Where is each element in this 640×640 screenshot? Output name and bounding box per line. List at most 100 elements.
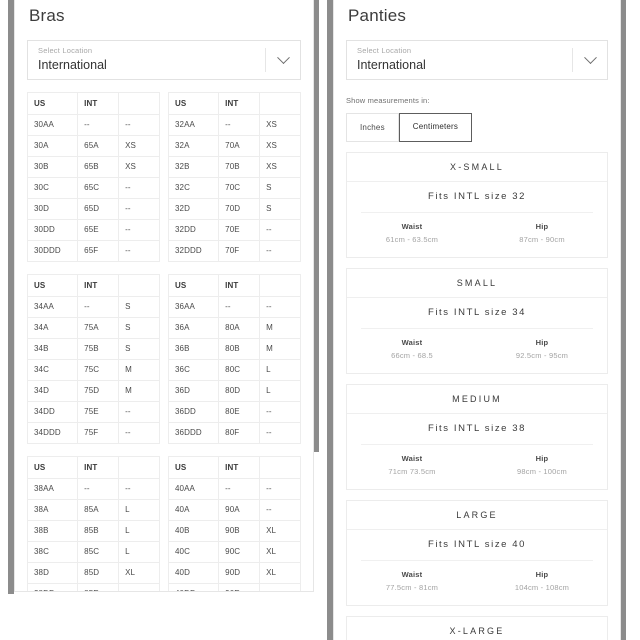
bras-table-cell: 38AA xyxy=(26,478,79,500)
table-row: 30C 65C -- xyxy=(26,177,160,199)
table-row: 32DD 70E -- xyxy=(167,219,301,241)
bras-table-cell: XS xyxy=(259,114,301,136)
bras-table-header-cell xyxy=(259,456,301,479)
table-row: 30D 65D -- xyxy=(26,198,160,220)
bras-table-cell: 80B xyxy=(218,338,261,360)
bras-table-cell: 32DD xyxy=(167,219,220,241)
bras-location-select-label: Select Location xyxy=(38,46,93,55)
size-guide-screen: Bras Select Location International US INT… xyxy=(0,0,640,640)
bras-table-cell: M xyxy=(259,317,301,339)
table-row: 36AA -- -- xyxy=(167,296,301,318)
bras-table-cell: L xyxy=(259,380,301,402)
panties-location-select[interactable]: Select Location International xyxy=(346,40,608,80)
table-row: 38C 85C L xyxy=(26,541,160,563)
bras-table-cell: S xyxy=(118,338,160,360)
panties-page-title: Panties xyxy=(348,6,407,25)
table-row: 30B 65B XS xyxy=(26,156,160,178)
bras-table-cell: -- xyxy=(259,499,301,521)
bras-table-header-cell: US xyxy=(26,274,79,297)
table-row: 32AA -- XS xyxy=(167,114,301,136)
bras-table-header-cell: US xyxy=(26,456,79,479)
bras-table-cell: 80D xyxy=(218,380,261,402)
bras-table-cell: 80E xyxy=(218,401,261,423)
bras-table-cell: L xyxy=(259,359,301,381)
unit-toggle-centimeters[interactable]: Centimeters xyxy=(398,113,473,142)
bras-table-cell: 36A xyxy=(167,317,220,339)
table-row: 30AA -- -- xyxy=(26,114,160,136)
waist-value: 77.5cm - 81cm xyxy=(385,583,439,592)
waist-label: Waist xyxy=(401,570,423,579)
chevron-down-icon xyxy=(276,50,290,64)
table-row: 30DD 65E -- xyxy=(26,219,160,241)
bras-table-cell: 70C xyxy=(218,177,261,199)
measurement-unit-toggle-group: Inches Centimeters xyxy=(346,113,620,142)
table-row: 34C 75C M xyxy=(26,359,160,381)
bras-table-cell: 90B xyxy=(218,520,261,542)
panty-size-name: MEDIUM xyxy=(347,385,607,414)
bras-table-cell: 36DDD xyxy=(167,422,220,444)
panties-panel: Panties Select Location International Sh… xyxy=(333,0,621,640)
bras-table-cell: -- xyxy=(259,240,301,262)
bras-table-cell: -- xyxy=(118,177,160,199)
panties-location-select-label: Select Location xyxy=(357,46,412,55)
hip-value: 92.5cm - 95cm xyxy=(515,351,569,360)
bras-table-cell: -- xyxy=(118,583,160,591)
bras-table-cell: 75F xyxy=(77,422,120,444)
bras-table-cell: 65A xyxy=(77,135,120,157)
bras-table-cell: 75B xyxy=(77,338,120,360)
panty-size-name: LARGE xyxy=(347,501,607,530)
unit-toggle-inches[interactable]: Inches xyxy=(346,113,399,142)
table-row: 36A 80A M xyxy=(167,317,301,339)
bras-panel: Bras Select Location International US INT… xyxy=(14,0,314,592)
waist-label: Waist xyxy=(401,338,423,347)
table-row: 38DD85E-- xyxy=(26,583,160,591)
bras-table-cell: 40A xyxy=(167,499,220,521)
waist-value: 71cm 73.5cm xyxy=(388,467,436,476)
panty-size-card: MEDIUM Fits INTL size 38 Waist 71cm 73.5cm H… xyxy=(346,384,608,490)
bras-table-cell: -- xyxy=(259,401,301,423)
bras-table-header-cell: INT xyxy=(218,92,261,115)
table-row: 40C 90C XL xyxy=(167,541,301,563)
bras-table-cell: -- xyxy=(218,114,261,136)
waist-value: 66cm - 68.5 xyxy=(391,351,433,360)
panty-measurements: Waist 61cm - 63.5cm Hip 87cm - 90cm xyxy=(347,213,607,257)
bras-table-cell: 34C xyxy=(26,359,79,381)
bras-table-cell: 36AA xyxy=(167,296,220,318)
bras-table-header-cell: INT xyxy=(77,274,120,297)
bras-select-arrow[interactable] xyxy=(266,41,300,79)
bras-table-cell: -- xyxy=(118,478,160,500)
panty-fits-intl-size: Fits INTL size 32 xyxy=(427,191,527,202)
bras-table-cell: L xyxy=(118,499,160,521)
table-row: 32D 70D S xyxy=(167,198,301,220)
panty-fits-intl-size: Fits INTL size 40 xyxy=(427,539,527,550)
panties-select-arrow[interactable] xyxy=(573,41,607,79)
bras-table-cell: 70E xyxy=(218,219,261,241)
bras-table-header-cell: US xyxy=(167,274,220,297)
panty-measurements: Waist 66cm - 68.5 Hip 92.5cm - 95cm xyxy=(347,329,607,373)
bras-table-cell: S xyxy=(118,296,160,318)
bras-table-cell: S xyxy=(259,177,301,199)
bras-table-cell: 34D xyxy=(26,380,79,402)
bras-table-cell: 75A xyxy=(77,317,120,339)
bras-table-cell: M xyxy=(118,380,160,402)
bras-size-table: US INT 36AA -- -- 36A 80A M 36B 80B M 36C 80C L 36D 80D… xyxy=(167,274,301,444)
table-row: 34A 75A S xyxy=(26,317,160,339)
bras-table-cell: 70B xyxy=(218,156,261,178)
waist-label: Waist xyxy=(401,454,423,463)
bras-table-cell: 85E xyxy=(77,583,120,591)
bras-table-header-cell: US xyxy=(167,456,220,479)
bras-table-cell: -- xyxy=(259,296,301,318)
bras-table-cell: 85B xyxy=(77,520,120,542)
waist-measurement: Waist 61cm - 63.5cm xyxy=(347,220,477,247)
bras-table-cell: 75C xyxy=(77,359,120,381)
bras-table-header-cell: US xyxy=(26,92,79,115)
waist-measurement: Waist 71cm 73.5cm xyxy=(347,452,477,479)
bras-table-cell: -- xyxy=(218,296,261,318)
bras-table-cell: 85A xyxy=(77,499,120,521)
panty-fits-intl-size: Fits INTL size 34 xyxy=(427,307,527,318)
bras-table-cell: 30C xyxy=(26,177,79,199)
hip-measurement: Hip 98cm - 100cm xyxy=(477,452,607,479)
bras-location-select[interactable]: Select Location International xyxy=(27,40,301,80)
table-row: 38D 85D XL xyxy=(26,562,160,584)
table-row: 32B 70B XS xyxy=(167,156,301,178)
